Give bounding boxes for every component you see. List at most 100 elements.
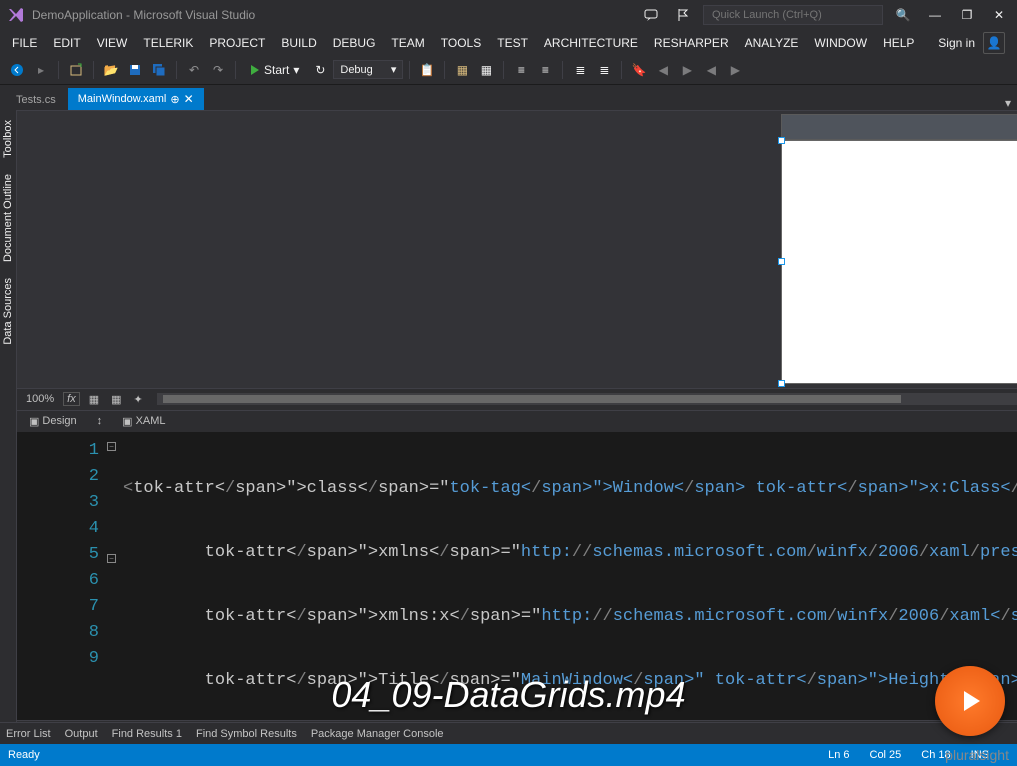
tab-tests[interactable]: Tests.cs bbox=[6, 90, 66, 110]
designer-surface[interactable] bbox=[17, 111, 1017, 388]
fold-toggle-icon[interactable]: − bbox=[107, 442, 116, 451]
file-tabs: Tests.cs MainWindow.xaml ⊕ ✕ ▾ bbox=[0, 85, 1017, 110]
line-number: 6 bbox=[17, 568, 99, 594]
search-icon[interactable]: 🔍 bbox=[891, 3, 915, 27]
menu-help[interactable]: HELP bbox=[875, 33, 922, 53]
find-symbol-tab[interactable]: Find Symbol Results bbox=[196, 728, 297, 740]
snap-icon[interactable]: ▦ bbox=[108, 393, 124, 406]
tabs-overflow-icon[interactable]: ▾ bbox=[1005, 96, 1011, 110]
close-icon[interactable]: ✕ bbox=[987, 3, 1011, 27]
play-button[interactable] bbox=[935, 666, 1005, 736]
document-outline-tab[interactable]: Document Outline bbox=[0, 170, 16, 266]
effects-icon[interactable]: ✦ bbox=[131, 393, 146, 406]
config-dropdown[interactable]: Debug▾ bbox=[333, 60, 403, 79]
resize-handle[interactable] bbox=[778, 137, 785, 144]
menu-tools[interactable]: TOOLS bbox=[433, 33, 489, 53]
menu-file[interactable]: FILE bbox=[4, 33, 45, 53]
zoom-dropdown[interactable]: 100% bbox=[23, 393, 57, 405]
menu-resharper[interactable]: RESHARPER bbox=[646, 33, 737, 53]
error-list-tab[interactable]: Error List bbox=[6, 728, 51, 740]
toolbox-tab[interactable]: Toolbox bbox=[0, 116, 16, 162]
resize-handle[interactable] bbox=[778, 380, 785, 387]
minimize-icon[interactable]: — bbox=[923, 3, 947, 27]
left-toolwindows: Toolbox Document Outline Data Sources bbox=[0, 110, 16, 741]
start-label: Start bbox=[264, 63, 289, 77]
design-tab[interactable]: ▣ Design bbox=[23, 413, 83, 430]
tool-a-icon[interactable]: ▦ bbox=[451, 59, 473, 81]
fold-toggle-icon[interactable]: − bbox=[107, 554, 116, 563]
design-preview-window[interactable] bbox=[781, 114, 1017, 384]
resize-handle[interactable] bbox=[778, 258, 785, 265]
status-ready: Ready bbox=[8, 749, 40, 761]
code-source[interactable]: <tok-attr</span>">class</span>="tok-tag<… bbox=[123, 432, 1017, 720]
fx-icon[interactable]: fx bbox=[63, 392, 80, 406]
signin-link[interactable]: Sign in bbox=[938, 36, 975, 50]
feedback-icon[interactable] bbox=[639, 3, 663, 27]
design-window-title bbox=[781, 114, 1017, 140]
redo-icon[interactable]: ↷ bbox=[207, 59, 229, 81]
refresh-icon[interactable]: ↻ bbox=[309, 59, 331, 81]
code-editor[interactable]: 1 2 3 4 5 6 7 8 9 − − <tok-attr</span>">… bbox=[17, 432, 1017, 720]
nav-2-icon[interactable]: ▶ bbox=[676, 59, 698, 81]
code-line: tok-attr</span>">xmlns</span>="http://sc… bbox=[123, 540, 1017, 566]
swap-panes-icon[interactable]: ↕ bbox=[91, 413, 109, 429]
maximize-icon[interactable]: ❐ bbox=[955, 3, 979, 27]
menu-test[interactable]: TEST bbox=[489, 33, 536, 53]
code-line: <tok-attr</span>">class</span>="tok-tag<… bbox=[123, 476, 1017, 502]
user-icon[interactable]: 👤 bbox=[983, 32, 1005, 54]
pm-console-tab[interactable]: Package Manager Console bbox=[311, 728, 444, 740]
tool-b-icon[interactable]: ▦ bbox=[475, 59, 497, 81]
find-results-tab[interactable]: Find Results 1 bbox=[112, 728, 182, 740]
comment-icon[interactable]: ≣ bbox=[569, 59, 591, 81]
design-window-body[interactable] bbox=[781, 140, 1017, 384]
play-icon bbox=[956, 687, 984, 715]
designer-splitter: ▣ Design ↕ ▣ XAML bbox=[17, 410, 1017, 432]
start-button[interactable]: Start ▾ bbox=[242, 61, 307, 79]
quicklaunch-input[interactable] bbox=[703, 5, 883, 25]
nav-back-icon[interactable] bbox=[6, 59, 28, 81]
outdent-icon[interactable]: ≡ bbox=[534, 59, 556, 81]
line-number: 1 bbox=[17, 438, 99, 464]
designer-h-scrollbar[interactable] bbox=[156, 392, 1017, 406]
open-icon[interactable]: 📂 bbox=[100, 59, 122, 81]
menu-window[interactable]: WINDOW bbox=[806, 33, 875, 53]
menu-project[interactable]: PROJECT bbox=[201, 33, 273, 53]
saveall-icon[interactable] bbox=[148, 59, 170, 81]
nav-4-icon[interactable]: ▶ bbox=[724, 59, 746, 81]
chevron-down-icon: ▾ bbox=[293, 63, 299, 77]
step-icon[interactable]: 📋 bbox=[416, 59, 438, 81]
menu-analyze[interactable]: ANALYZE bbox=[737, 33, 807, 53]
data-sources-tab[interactable]: Data Sources bbox=[0, 274, 16, 349]
undo-icon[interactable]: ↶ bbox=[183, 59, 205, 81]
menu-architecture[interactable]: ARCHITECTURE bbox=[536, 33, 646, 53]
menu-team[interactable]: TEAM bbox=[383, 33, 432, 53]
new-project-icon[interactable] bbox=[65, 59, 87, 81]
grid-icon[interactable]: ▦ bbox=[86, 393, 102, 406]
code-line: tok-attr</span>">xmlns:x</span>="http://… bbox=[123, 604, 1017, 630]
bookmark-icon[interactable]: 🔖 bbox=[628, 59, 650, 81]
flag-icon[interactable] bbox=[671, 3, 695, 27]
menu-telerik[interactable]: TELERIK bbox=[135, 33, 201, 53]
save-icon[interactable] bbox=[124, 59, 146, 81]
menu-edit[interactable]: EDIT bbox=[45, 33, 88, 53]
nav-1-icon[interactable]: ◀ bbox=[652, 59, 674, 81]
output-bar: Error List Output Find Results 1 Find Sy… bbox=[0, 722, 1017, 744]
uncomment-icon[interactable]: ≣ bbox=[593, 59, 615, 81]
line-number: 9 bbox=[17, 646, 99, 672]
line-number: 2 bbox=[17, 464, 99, 490]
menu-view[interactable]: VIEW bbox=[89, 33, 136, 53]
menu-debug[interactable]: DEBUG bbox=[325, 33, 384, 53]
output-tab[interactable]: Output bbox=[65, 728, 98, 740]
line-number: 5 bbox=[17, 542, 99, 568]
tab-close-icon[interactable]: ✕ bbox=[184, 92, 194, 106]
indent-icon[interactable]: ≡ bbox=[510, 59, 532, 81]
menubar: FILE EDIT VIEW TELERIK PROJECT BUILD DEB… bbox=[0, 30, 1017, 55]
config-value: Debug bbox=[340, 64, 372, 76]
tab-label: Tests.cs bbox=[16, 94, 56, 106]
tab-mainwindow[interactable]: MainWindow.xaml ⊕ ✕ bbox=[68, 88, 204, 110]
nav-3-icon[interactable]: ◀ bbox=[700, 59, 722, 81]
nav-fwd-icon[interactable]: ▸ bbox=[30, 59, 52, 81]
menu-build[interactable]: BUILD bbox=[273, 33, 324, 53]
xaml-tab[interactable]: ▣ XAML bbox=[116, 413, 171, 430]
pin-icon[interactable]: ⊕ bbox=[170, 93, 179, 106]
